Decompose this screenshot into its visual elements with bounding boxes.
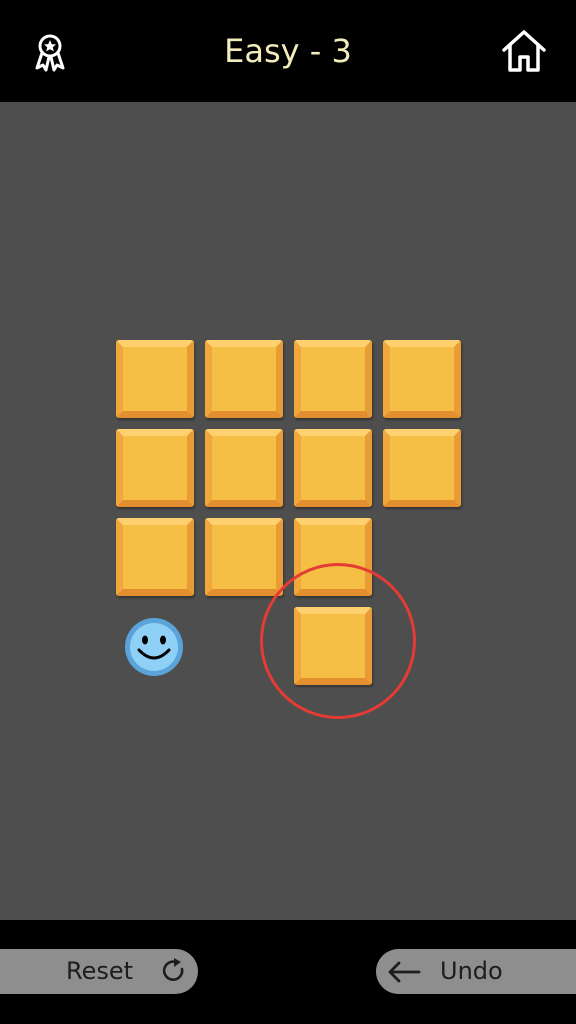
refresh-icon (160, 957, 188, 985)
arrow-left-icon (386, 959, 422, 985)
tile[interactable] (205, 429, 283, 507)
undo-button[interactable]: Undo (376, 949, 576, 994)
tile[interactable] (294, 340, 372, 418)
level-title: Easy - 3 (224, 32, 352, 70)
tile[interactable] (294, 429, 372, 507)
tile[interactable] (116, 340, 194, 418)
top-bar: Easy - 3 (0, 0, 576, 102)
tile[interactable] (383, 429, 461, 507)
reset-button[interactable]: Reset (0, 949, 198, 994)
home-icon[interactable] (500, 28, 548, 74)
undo-label: Undo (440, 957, 503, 985)
highlight-circle (260, 563, 416, 719)
tile[interactable] (205, 518, 283, 596)
tile[interactable] (383, 340, 461, 418)
game-board (0, 102, 576, 920)
tile[interactable] (205, 340, 283, 418)
smiley-face-icon (123, 616, 185, 678)
reset-label: Reset (66, 957, 134, 985)
tile[interactable] (116, 429, 194, 507)
tile[interactable] (116, 518, 194, 596)
